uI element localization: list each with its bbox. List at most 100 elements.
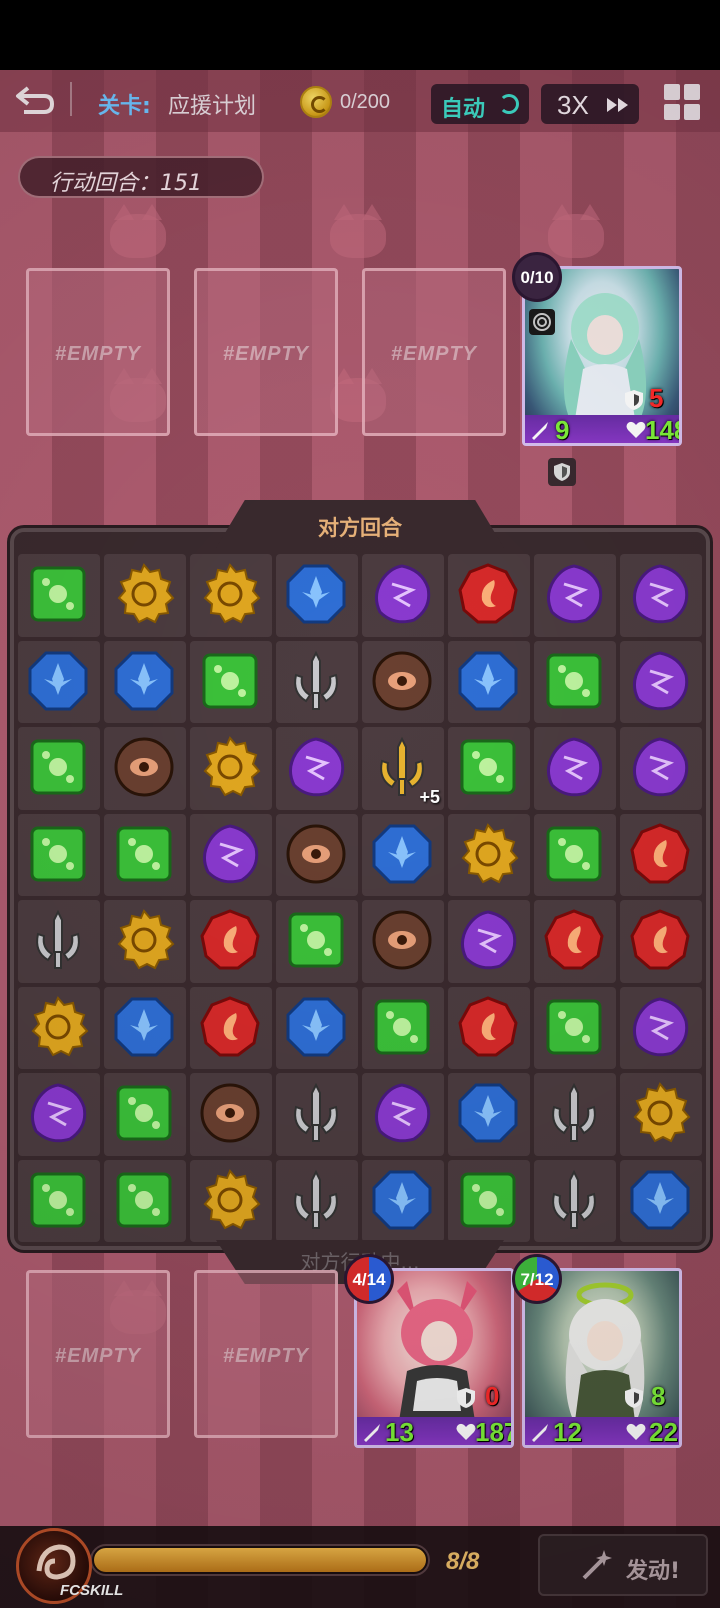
board-cell[interactable] <box>104 554 186 637</box>
purple-gem-icon <box>633 737 689 797</box>
sword-gem-icon <box>294 1082 338 1142</box>
blue-gem-icon <box>372 1170 432 1229</box>
gem-bonus-label: +5 <box>419 786 440 807</box>
board-cell[interactable] <box>18 554 100 637</box>
board-cell[interactable] <box>276 1073 358 1156</box>
green-gem-icon <box>374 999 430 1054</box>
board-cell[interactable] <box>362 1073 444 1156</box>
board-cell[interactable] <box>18 986 100 1069</box>
board-cell[interactable] <box>620 554 702 637</box>
purple-gem-icon <box>633 564 689 624</box>
board-cell[interactable] <box>190 986 272 1069</box>
red-gem-icon <box>630 822 690 883</box>
launch-button[interactable]: 发动! <box>538 1534 708 1596</box>
game-scene: 关卡: 应援计划 0/200 自动 3X 行动回合：151 #EMPTY #EM… <box>0 70 720 1608</box>
board-cell[interactable] <box>448 813 530 896</box>
board-cell[interactable] <box>448 1159 530 1242</box>
board-cell[interactable] <box>620 900 702 983</box>
board-cell[interactable] <box>190 727 272 810</box>
board-cell[interactable] <box>190 813 272 896</box>
board-cell[interactable] <box>362 900 444 983</box>
player-empty-slot: #EMPTY <box>26 1270 170 1438</box>
board-cell[interactable] <box>534 554 616 637</box>
gem-board[interactable]: +5 <box>18 554 702 1242</box>
board-cell[interactable] <box>18 1073 100 1156</box>
board-cell[interactable] <box>620 640 702 723</box>
coin-count: 0/200 <box>340 91 391 113</box>
board-cell[interactable] <box>18 900 100 983</box>
board-cell[interactable] <box>190 1159 272 1242</box>
board-cell[interactable] <box>362 640 444 723</box>
purple-gem-icon <box>633 650 689 710</box>
board-cell[interactable] <box>620 813 702 896</box>
status-bar <box>0 0 720 70</box>
board-cell[interactable] <box>534 1159 616 1242</box>
divider <box>70 82 72 116</box>
board-cell[interactable] <box>448 986 530 1069</box>
blue-gem-icon <box>286 997 346 1056</box>
green-gem-icon <box>288 912 344 968</box>
board-cell[interactable] <box>448 640 530 723</box>
board-cell[interactable] <box>276 813 358 896</box>
board-cell[interactable] <box>448 727 530 810</box>
shield-icon <box>625 1388 643 1408</box>
auto-button[interactable]: 自动 <box>431 84 529 124</box>
board-cell[interactable] <box>534 900 616 983</box>
purple-gem-icon <box>461 910 517 970</box>
brown-gem-icon <box>286 824 346 883</box>
board-cell[interactable] <box>362 986 444 1069</box>
board-cell[interactable] <box>276 986 358 1069</box>
green-gem-icon <box>460 1172 516 1227</box>
board-cell[interactable] <box>534 1073 616 1156</box>
board-cell[interactable] <box>620 727 702 810</box>
board-cell[interactable] <box>18 727 100 810</box>
board-cell[interactable] <box>362 1159 444 1242</box>
player1-charge-text: 4/14 <box>352 1270 386 1289</box>
board-cell[interactable] <box>190 1073 272 1156</box>
board-cell[interactable] <box>620 986 702 1069</box>
paw-decoration <box>110 204 166 258</box>
board-cell[interactable] <box>18 640 100 723</box>
board-cell[interactable] <box>190 640 272 723</box>
board-cell[interactable] <box>276 554 358 637</box>
board-cell[interactable] <box>362 554 444 637</box>
brown-gem-icon <box>372 910 432 970</box>
board-cell[interactable] <box>190 900 272 983</box>
board-cell[interactable] <box>276 1159 358 1242</box>
board-cell[interactable] <box>534 813 616 896</box>
board-cell[interactable] <box>104 1159 186 1242</box>
red-gem-icon <box>200 995 260 1056</box>
board-cell[interactable] <box>276 900 358 983</box>
board-cell[interactable] <box>448 900 530 983</box>
empty-slot-label: #EMPTY <box>222 343 310 365</box>
board-cell[interactable] <box>620 1159 702 1242</box>
board-cell[interactable] <box>18 1159 100 1242</box>
board-cell[interactable] <box>104 900 186 983</box>
board-cell[interactable] <box>448 1073 530 1156</box>
board-cell[interactable] <box>190 554 272 637</box>
stage-label: 关卡: <box>98 94 151 119</box>
board-cell[interactable] <box>276 727 358 810</box>
board-cell[interactable] <box>18 813 100 896</box>
board-cell[interactable] <box>104 727 186 810</box>
board-cell[interactable] <box>534 727 616 810</box>
speed-button[interactable]: 3X <box>541 84 639 124</box>
purple-gem-icon <box>375 564 431 624</box>
board-cell[interactable] <box>362 813 444 896</box>
refresh-icon <box>499 94 519 114</box>
blue-gem-icon <box>286 564 346 624</box>
board-cell[interactable] <box>448 554 530 637</box>
board-cell[interactable] <box>104 986 186 1069</box>
board-cell[interactable]: +5 <box>362 727 444 810</box>
menu-grid-icon[interactable] <box>664 84 700 120</box>
board-cell[interactable] <box>534 986 616 1069</box>
board-cell[interactable] <box>534 640 616 723</box>
sword-gem-icon <box>294 650 338 710</box>
board-cell[interactable] <box>104 813 186 896</box>
board-cell[interactable] <box>104 1073 186 1156</box>
back-button[interactable] <box>14 82 58 122</box>
red-gem-icon <box>544 909 604 970</box>
board-cell[interactable] <box>104 640 186 723</box>
board-cell[interactable] <box>620 1073 702 1156</box>
board-cell[interactable] <box>276 640 358 723</box>
